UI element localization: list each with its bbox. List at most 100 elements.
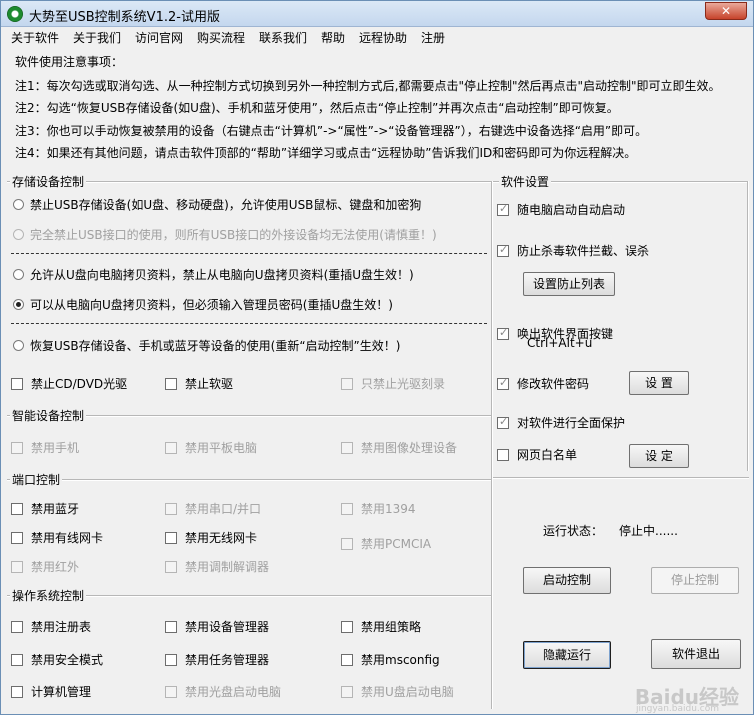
- checkbox-disable-wired-nic[interactable]: 禁用有线网卡: [11, 529, 103, 546]
- checkbox-disable-phone: 禁用手机: [11, 439, 79, 456]
- checkbox-box[interactable]: [11, 620, 23, 633]
- checkbox-box[interactable]: [165, 377, 177, 390]
- storage-option-password-copy[interactable]: 可以从电脑向U盘拷贝资料，但必须输入管理员密码(重插U盘生效！): [13, 296, 393, 313]
- dashed-divider: [11, 253, 487, 254]
- checkbox-disable-registry[interactable]: 禁用注册表: [11, 618, 91, 635]
- checkbox-disable-usb-boot: 禁用U盘启动电脑: [341, 683, 454, 700]
- smart-group-title: 智能设备控制: [10, 407, 87, 424]
- menu-official-site[interactable]: 访问官网: [135, 29, 183, 46]
- set-prevent-list-button[interactable]: 设置防止列表: [523, 272, 615, 296]
- radio-button-selected[interactable]: [13, 299, 24, 310]
- divider: [493, 477, 749, 479]
- exit-software-button[interactable]: 软件退出: [651, 639, 741, 669]
- note-line: 注4：如果还有其他问题，请点击软件顶部的“帮助”详细学习或点击“远程协助”告诉我…: [15, 146, 637, 160]
- radio-button[interactable]: [13, 199, 24, 210]
- checkbox-box[interactable]: [497, 448, 509, 461]
- menu-about-software[interactable]: 关于软件: [11, 29, 59, 46]
- checkbox-autostart[interactable]: 随电脑启动自动启动: [497, 201, 625, 218]
- settings-group-title: 软件设置: [499, 173, 552, 190]
- checkbox-computer-management[interactable]: 计算机管理: [11, 683, 91, 700]
- checkbox-disable-task-manager[interactable]: 禁用任务管理器: [165, 651, 269, 668]
- notes-panel: 软件使用注意事项： 注1：每次勾选或取消勾选、从一种控制方式切换到另外一种控制方…: [1, 47, 753, 171]
- run-status-value: 停止中......: [619, 524, 678, 538]
- checkbox-disable-bluetooth[interactable]: 禁用蓝牙: [11, 500, 79, 517]
- checkbox-box: [341, 537, 353, 550]
- checkbox-box-checked[interactable]: [497, 326, 509, 340]
- checkbox-box[interactable]: [341, 620, 353, 633]
- menu-bar: 关于软件 关于我们 访问官网 购买流程 联系我们 帮助 远程协助 注册: [1, 27, 753, 47]
- hide-run-button[interactable]: 隐藏运行: [523, 641, 611, 669]
- menu-register[interactable]: 注册: [421, 29, 445, 46]
- checkbox-box[interactable]: [341, 653, 353, 666]
- checkbox-box: [341, 441, 353, 454]
- checkbox-disable-device-manager[interactable]: 禁用设备管理器: [165, 618, 269, 635]
- checkbox-disable-modem: 禁用调制解调器: [165, 558, 269, 575]
- storage-option-block-usb-storage[interactable]: 禁止USB存储设备(如U盘、移动硬盘)，允许使用USB鼠标、键盘和加密狗: [13, 196, 421, 213]
- checkbox-box[interactable]: [165, 620, 177, 633]
- checkbox-box: [341, 685, 353, 698]
- app-window: 大势至USB控制系统V1.2-试用版 ✕ 关于软件 关于我们 访问官网 购买流程…: [0, 0, 754, 715]
- storage-option-restore[interactable]: 恢复USB存储设备、手机或蓝牙等设备的使用(重新“启动控制”生效！): [13, 337, 400, 354]
- notes-heading: 软件使用注意事项：: [15, 55, 124, 69]
- menu-remote-assist[interactable]: 远程协助: [359, 29, 407, 46]
- checkbox-disable-cd-dvd[interactable]: 禁止CD/DVD光驱: [11, 375, 127, 392]
- close-button[interactable]: ✕: [705, 2, 747, 20]
- storage-option-read-only-usb[interactable]: 允许从U盘向电脑拷贝资料，禁止从电脑向U盘拷贝资料(重插U盘生效！): [13, 266, 414, 283]
- watermark-url: jingyan.baidu.com: [635, 704, 719, 714]
- checkbox-web-whitelist[interactable]: 网页白名单: [497, 446, 577, 463]
- run-status-label: 运行状态：: [543, 524, 604, 538]
- checkbox-box-checked[interactable]: [497, 202, 509, 216]
- stop-control-button: 停止控制: [651, 567, 739, 594]
- password-settings-button[interactable]: 设 置: [629, 371, 689, 395]
- settings-frame-edge: [747, 181, 749, 471]
- checkbox-box[interactable]: [11, 685, 23, 698]
- checkbox-disable-pcmcia: 禁用PCMCIA: [341, 535, 431, 552]
- radio-button[interactable]: [13, 269, 24, 280]
- menu-contact[interactable]: 联系我们: [259, 29, 307, 46]
- checkbox-disable-burn: 只禁止光驱刻录: [341, 375, 445, 392]
- checkbox-disable-msconfig[interactable]: 禁用msconfig: [341, 651, 440, 668]
- checkbox-box: [341, 502, 353, 515]
- note-line: 注3：你也可以手动恢复被禁用的设备（右键点击“计算机”->“属性”->“设备管理…: [15, 124, 648, 138]
- checkbox-box: [11, 560, 23, 573]
- checkbox-full-protection[interactable]: 对软件进行全面保护: [497, 414, 625, 431]
- panel-divider: [491, 181, 493, 709]
- checkbox-box-checked[interactable]: [497, 376, 509, 390]
- dashed-divider: [11, 323, 487, 324]
- note-line: 注1：每次勾选或取消勾选、从一种控制方式切换到另外一种控制方式后,都需要点击"停…: [15, 79, 721, 93]
- note-line: 注2：勾选“恢复USB存储设备(如U盘)、手机和蓝牙使用”，然后点击“停止控制”…: [15, 101, 619, 115]
- checkbox-box[interactable]: [165, 653, 177, 666]
- checkbox-disable-floppy[interactable]: 禁止软驱: [165, 375, 233, 392]
- checkbox-disable-wireless-nic[interactable]: 禁用无线网卡: [165, 529, 257, 546]
- checkbox-box: [11, 441, 23, 454]
- checkbox-box: [341, 377, 353, 390]
- checkbox-disable-serial: 禁用串口/并口: [165, 500, 261, 517]
- menu-about-us[interactable]: 关于我们: [73, 29, 121, 46]
- checkbox-disable-group-policy[interactable]: 禁用组策略: [341, 618, 421, 635]
- checkbox-disable-infrared: 禁用红外: [11, 558, 79, 575]
- menu-help[interactable]: 帮助: [321, 29, 345, 46]
- checkbox-box-checked[interactable]: [497, 243, 509, 257]
- start-control-button[interactable]: 启动控制: [523, 567, 611, 594]
- checkbox-box[interactable]: [11, 377, 23, 390]
- checkbox-box: [165, 502, 177, 515]
- checkbox-anti-antivirus[interactable]: 防止杀毒软件拦截、误杀: [497, 242, 649, 259]
- ports-group-title: 端口控制: [10, 471, 63, 488]
- checkbox-box-checked[interactable]: [497, 415, 509, 429]
- checkbox-disable-safe-mode[interactable]: 禁用安全模式: [11, 651, 103, 668]
- checkbox-box[interactable]: [11, 502, 23, 515]
- title-bar[interactable]: 大势至USB控制系统V1.2-试用版 ✕: [1, 1, 753, 27]
- whitelist-settings-button[interactable]: 设 定: [629, 444, 689, 468]
- os-group-title: 操作系统控制: [10, 587, 87, 604]
- checkbox-box[interactable]: [11, 531, 23, 544]
- checkbox-change-password[interactable]: 修改软件密码: [497, 375, 589, 392]
- checkbox-box: [165, 560, 177, 573]
- radio-button[interactable]: [13, 340, 24, 351]
- menu-purchase[interactable]: 购买流程: [197, 29, 245, 46]
- checkbox-box[interactable]: [165, 531, 177, 544]
- checkbox-disable-tablet: 禁用平板电脑: [165, 439, 257, 456]
- checkbox-disable-imaging: 禁用图像处理设备: [341, 439, 457, 456]
- storage-group-title: 存储设备控制: [10, 173, 87, 190]
- checkbox-box[interactable]: [11, 653, 23, 666]
- checkbox-box: [165, 441, 177, 454]
